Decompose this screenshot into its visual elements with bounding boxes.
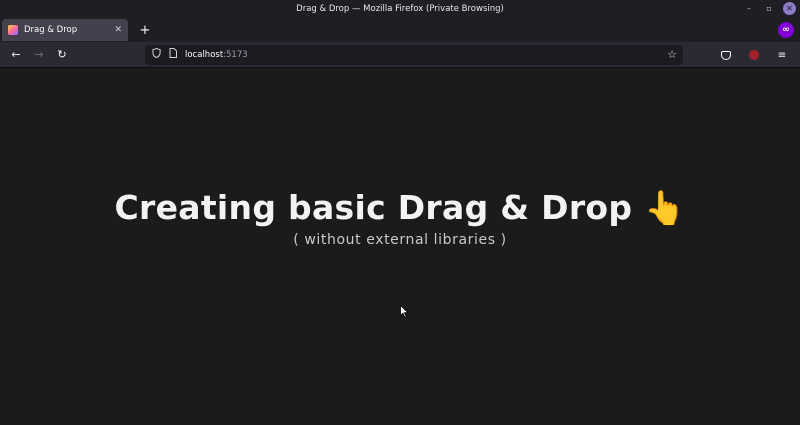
page-info-icon[interactable] [168,48,178,61]
tab-label: Drag & Drop [24,25,78,35]
minimize-button[interactable]: – [743,3,755,15]
url-bar[interactable]: localhost:5173 ☆ [145,44,683,65]
pocket-icon[interactable] [716,45,736,65]
extension-icon[interactable] [744,45,764,65]
extension-shape [749,50,759,60]
url-host: localhost [185,49,224,60]
vite-favicon-icon [8,25,18,35]
private-browsing-icon: ∞ [778,22,794,38]
headline-text: Creating basic Drag & Drop [114,188,633,227]
window-controls: – ▫ ✕ [743,2,796,15]
mouse-cursor-icon [400,305,409,318]
tracking-protection-shield-icon[interactable] [151,47,161,61]
tab-strip: Drag & Drop ✕ + ∞ [0,18,800,42]
window-titlebar: Drag & Drop — Mozilla Firefox (Private B… [0,0,800,18]
pocket-shape [721,50,731,60]
reload-button[interactable]: ↻ [52,45,72,65]
url-text[interactable]: localhost:5173 [185,50,660,60]
maximize-button[interactable]: ▫ [763,3,775,15]
navigation-toolbar: ← → ↻ localhost:5173 ☆ ≡ [0,42,800,68]
tab-close-icon[interactable]: ✕ [114,25,122,35]
page-subtitle: ( without external libraries ) [293,232,507,248]
page-headline: Creating basic Drag & Drop 👆 [0,188,800,228]
new-tab-button[interactable]: + [134,19,156,41]
url-port: :5173 [223,49,248,60]
window-title: Drag & Drop — Mozilla Firefox (Private B… [296,4,504,14]
pointing-hand-icon: 👆 [644,188,686,227]
toolbar-right: ≡ [716,45,792,65]
close-window-button[interactable]: ✕ [783,2,796,15]
forward-button[interactable]: → [29,45,49,65]
page-content: Creating basic Drag & Drop 👆 ( without e… [0,69,800,425]
app-menu-icon[interactable]: ≡ [772,45,792,65]
bookmark-star-icon[interactable]: ☆ [667,48,677,61]
back-button[interactable]: ← [6,45,26,65]
tab-drag-drop[interactable]: Drag & Drop ✕ [2,19,128,41]
